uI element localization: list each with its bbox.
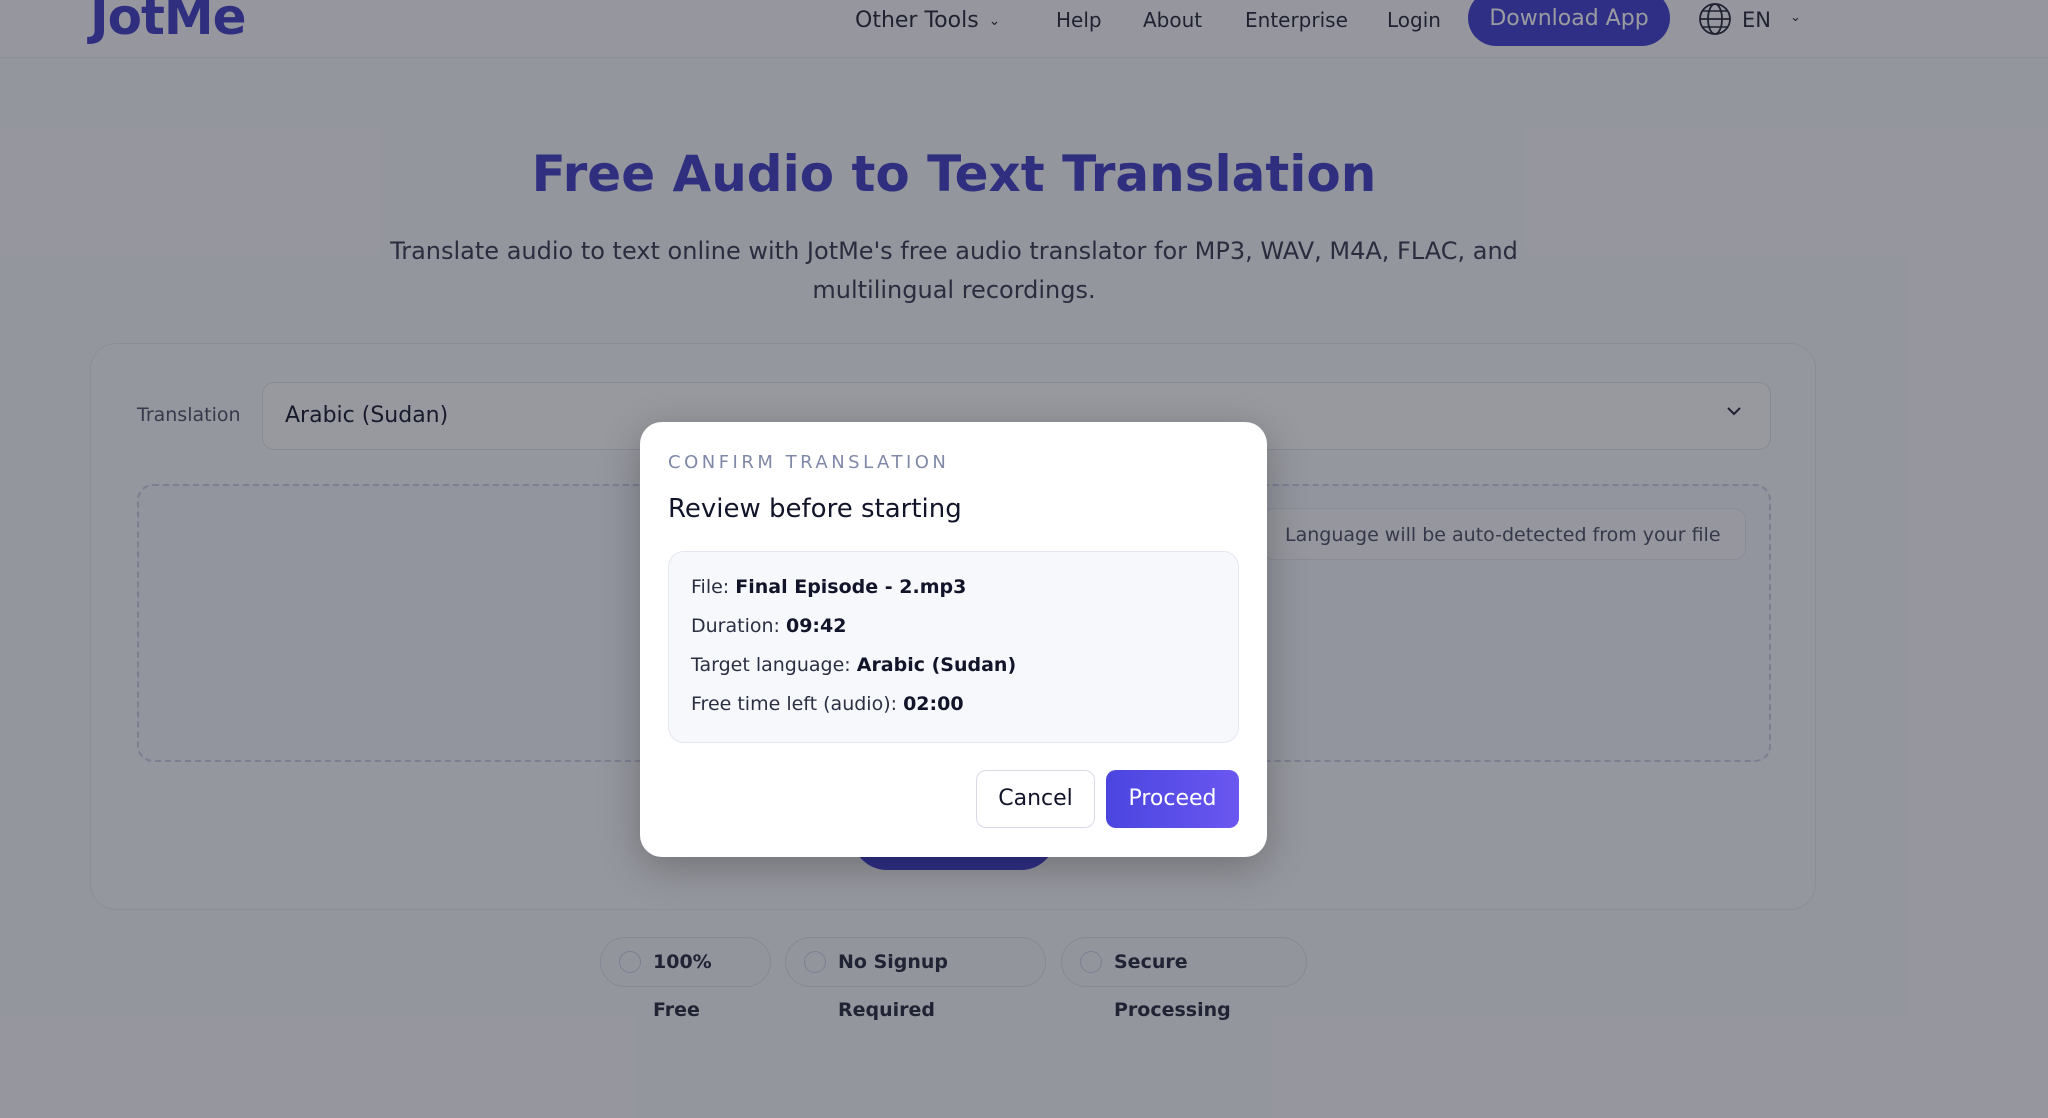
dialog-eyebrow: CONFIRM TRANSLATION	[668, 452, 950, 473]
target-language-row: Target language: Arabic (Sudan)	[691, 654, 1016, 676]
free-time-label: Free time left (audio):	[691, 693, 898, 715]
duration-label: Duration:	[691, 615, 780, 637]
file-value: Final Episode - 2.mp3	[735, 576, 967, 598]
cancel-button[interactable]: Cancel	[976, 770, 1095, 828]
target-language-value: Arabic (Sudan)	[856, 654, 1017, 676]
summary-box: File: Final Episode - 2.mp3 Duration: 09…	[668, 551, 1239, 743]
proceed-button[interactable]: Proceed	[1106, 770, 1239, 828]
duration-row: Duration: 09:42	[691, 615, 846, 637]
file-label: File:	[691, 576, 730, 598]
duration-value: 09:42	[785, 615, 847, 637]
file-row: File: Final Episode - 2.mp3	[691, 576, 966, 598]
confirm-translation-dialog: CONFIRM TRANSLATION Review before starti…	[640, 422, 1267, 857]
free-time-row: Free time left (audio): 02:00	[691, 693, 964, 715]
free-time-value: 02:00	[903, 693, 964, 715]
dialog-title: Review before starting	[668, 494, 962, 524]
target-language-label: Target language:	[691, 654, 851, 676]
